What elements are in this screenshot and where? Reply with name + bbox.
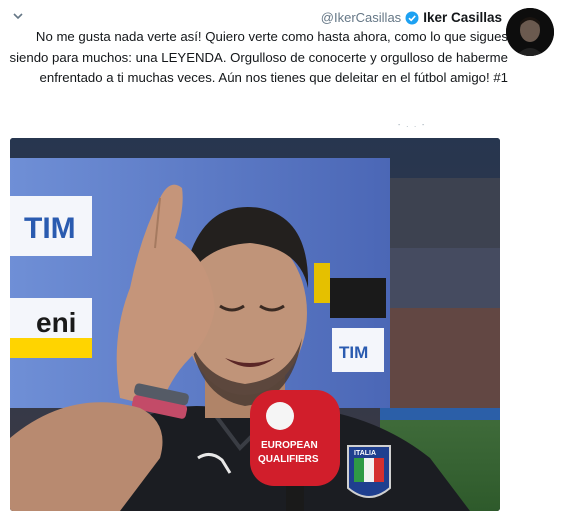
sponsor-board-eni: eni xyxy=(36,307,76,338)
sponsor-board-tim-right: TIM xyxy=(339,343,368,362)
link-preview-marks: - . . - xyxy=(398,122,427,129)
author-handle[interactable]: @IkerCasillas xyxy=(321,10,401,25)
author-display-name[interactable]: Iker Casillas xyxy=(423,10,502,25)
mic-label-qualifiers: QUALIFIERS xyxy=(258,454,319,465)
badge-italia: ITALIA xyxy=(354,450,376,457)
chevron-down-icon[interactable] xyxy=(12,10,24,22)
mic-label-european: EUROPEAN xyxy=(261,440,318,451)
verified-badge-icon xyxy=(405,11,419,24)
tweet-photo[interactable]: TIM eni TIM ITALIA EUROPEAN QUALIFIERS xyxy=(10,138,500,511)
tweet-author[interactable]: @IkerCasillas Iker Casillas xyxy=(321,10,502,25)
avatar-image xyxy=(506,8,554,56)
avatar[interactable] xyxy=(506,8,554,56)
tweet-text: No me gusta nada verte así! Quiero verte… xyxy=(9,29,508,85)
photo-illustration: TIM eni TIM ITALIA EUROPEAN QUALIFIERS xyxy=(10,138,500,511)
sponsor-board-tim-left: TIM xyxy=(24,212,76,245)
